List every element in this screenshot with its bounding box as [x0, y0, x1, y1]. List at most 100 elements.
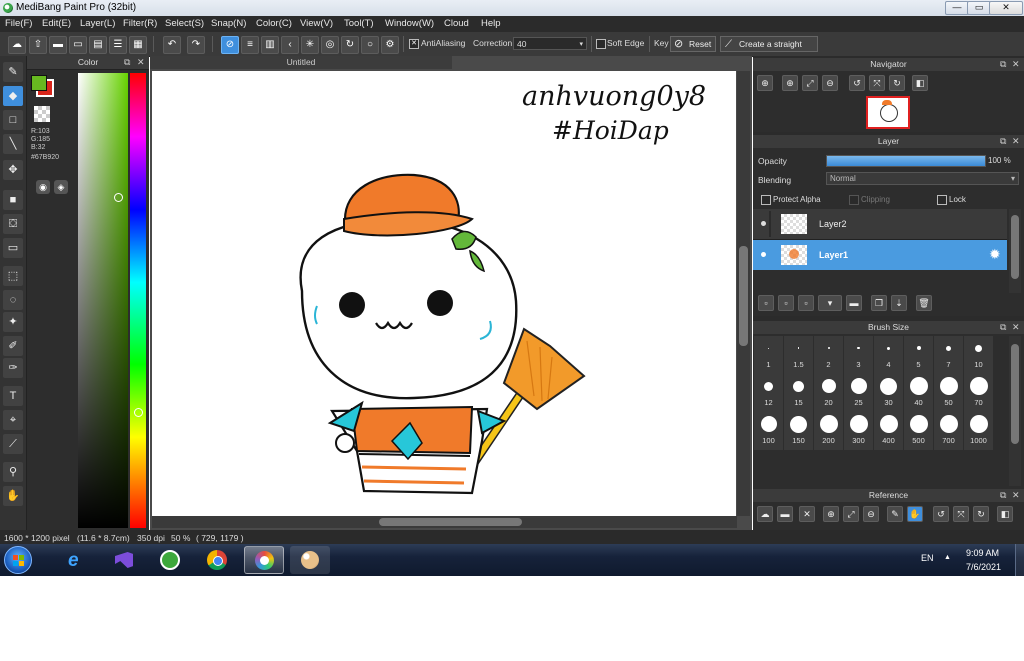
brush-size-option[interactable]: 300 [844, 412, 873, 450]
vanishing-point-icon[interactable]: ‹ [281, 36, 299, 54]
brush-size-option[interactable]: 70 [964, 374, 993, 412]
zoom-in-icon[interactable]: ⊕ [823, 506, 839, 522]
palette-add-icon[interactable]: ◈ [54, 180, 68, 194]
chrome-taskbar-icon[interactable] [197, 546, 237, 574]
close-button[interactable]: ✕ [989, 1, 1023, 15]
flip-icon[interactable]: ◧ [912, 75, 928, 91]
start-button[interactable] [4, 546, 32, 574]
horizontal-scrollbar[interactable] [152, 516, 737, 528]
brush-size-option[interactable]: 30 [874, 374, 903, 412]
brush-size-option[interactable]: 200 [814, 412, 843, 450]
vertical-scroll-thumb[interactable] [739, 246, 748, 346]
zoom-in-icon[interactable]: ⊕ [782, 75, 798, 91]
rotate-right-icon[interactable]: ↻ [973, 506, 989, 522]
foreground-color-swatch[interactable] [31, 75, 47, 91]
show-desktop-button[interactable] [1015, 544, 1024, 576]
eraser-tool-icon[interactable]: ◆ [3, 86, 23, 106]
open-folder-icon[interactable]: ▬ [777, 506, 793, 522]
sv-cursor[interactable] [114, 193, 123, 202]
paint-taskbar-icon[interactable] [290, 546, 330, 574]
menu-file[interactable]: File(F) [5, 18, 32, 29]
delete-layer-icon[interactable]: 🗑 [916, 295, 932, 311]
panel-float-icon[interactable]: ⧉ [124, 57, 130, 68]
select-eraser-tool-icon[interactable]: ✑ [3, 358, 23, 378]
merge-down-icon[interactable]: ⇣ [891, 295, 907, 311]
eyedropper-icon[interactable]: ✎ [887, 506, 903, 522]
antialiasing-checkbox[interactable]: ✕ [409, 39, 419, 49]
eyedropper-tool-icon[interactable]: ⚲ [3, 462, 23, 482]
lasso-tool-icon[interactable]: ◌ [3, 290, 23, 310]
brush-size-option[interactable]: 40 [904, 374, 933, 412]
brush-size-option[interactable]: 400 [874, 412, 903, 450]
minimize-button[interactable]: — [945, 1, 969, 15]
grid-icon[interactable]: ▦ [129, 36, 147, 54]
menu-view[interactable]: View(V) [300, 18, 333, 29]
gradient-tool-icon[interactable]: ▭ [3, 238, 23, 258]
new-halftone-layer-icon[interactable]: ▫ [778, 295, 794, 311]
select-pen-tool-icon[interactable]: ✐ [3, 336, 23, 356]
clock-date[interactable]: 7/6/2021 [966, 562, 1001, 572]
new-layer-icon[interactable]: ▫ [758, 295, 774, 311]
circle-snap-icon[interactable]: ○ [361, 36, 379, 54]
layer-row-selected[interactable]: Layer1 ✹ [753, 240, 1007, 270]
clipping-checkbox[interactable] [849, 195, 859, 205]
layer-row[interactable]: Layer2 [753, 209, 1007, 240]
tray-expand-icon[interactable]: ▲ [944, 554, 951, 561]
internet-explorer-taskbar-icon[interactable]: e [58, 546, 98, 574]
brush-size-option[interactable]: 5 [904, 336, 933, 374]
fit-window-icon[interactable]: ⤢ [802, 75, 818, 91]
blending-select[interactable]: Normal ▾ [826, 172, 1019, 185]
hue-cursor[interactable] [134, 408, 143, 417]
brush-size-option[interactable]: 25 [844, 374, 873, 412]
snap-off-icon[interactable]: ⊘ [221, 36, 239, 54]
new-folder-icon[interactable]: ▬ [846, 295, 862, 311]
share-icon[interactable]: ⇧ [29, 36, 47, 54]
move-tool-icon[interactable]: ✥ [3, 160, 23, 180]
straight-line-button[interactable]: ⟋ Create a straight line [720, 36, 818, 64]
menu-help[interactable]: Help [481, 18, 501, 29]
reset-button[interactable]: ⊘ Reset [670, 36, 716, 52]
close-reference-icon[interactable]: ✕ [799, 506, 815, 522]
dot-tool-icon[interactable]: □ [3, 110, 23, 130]
menu-filter[interactable]: Filter(R) [123, 18, 157, 29]
panel-close-icon[interactable]: ✕ [1012, 59, 1020, 70]
drawing-canvas[interactable]: anhvuong0y8 #HoiDap [152, 71, 736, 516]
panel-float-icon[interactable]: ⧉ [1000, 136, 1006, 147]
layer-scrollbar[interactable] [1009, 209, 1021, 293]
cloud-icon[interactable]: ☁ [8, 36, 26, 54]
parallel-snap-icon[interactable]: ≡ [241, 36, 259, 54]
panel-float-icon[interactable]: ⧉ [1000, 59, 1006, 70]
radial-snap-icon[interactable]: ✳ [301, 36, 319, 54]
medibang-taskbar-icon[interactable] [244, 546, 284, 574]
fill-rect-tool-icon[interactable]: ■ [3, 190, 23, 210]
menu-cloud[interactable]: Cloud [444, 18, 469, 29]
menu-snap[interactable]: Snap(N) [211, 18, 246, 29]
panel-close-icon[interactable]: ✕ [1012, 322, 1020, 333]
menu-select[interactable]: Select(S) [165, 18, 204, 29]
visibility-eye-icon[interactable] [761, 252, 766, 257]
document-tab[interactable]: Untitled [150, 56, 452, 69]
soft-edge-checkbox[interactable] [596, 39, 606, 49]
speech-bubble-icon[interactable]: ▭ [69, 36, 87, 54]
panel-float-icon[interactable]: ⧉ [1000, 490, 1006, 501]
duplicate-layer-icon[interactable]: ❐ [871, 295, 887, 311]
concentric-snap-icon[interactable]: ◎ [321, 36, 339, 54]
vertical-scrollbar[interactable] [737, 71, 750, 516]
rotate-left-icon[interactable]: ↺ [933, 506, 949, 522]
menu-window[interactable]: Window(W) [385, 18, 434, 29]
navigator-thumbnail[interactable] [866, 96, 910, 129]
panel-float-icon[interactable]: ⧉ [1000, 322, 1006, 333]
brush-size-option[interactable]: 15 [784, 374, 813, 412]
redo-icon[interactable]: ↷ [187, 36, 205, 54]
flip-icon[interactable]: ◧ [997, 506, 1013, 522]
horizontal-scroll-thumb[interactable] [379, 518, 522, 526]
brush-size-option[interactable]: 50 [934, 374, 963, 412]
visual-studio-taskbar-icon[interactable] [103, 546, 143, 574]
cross-snap-icon[interactable]: ▥ [261, 36, 279, 54]
transparent-swatch[interactable] [34, 106, 50, 122]
curve-snap-icon[interactable]: ↻ [341, 36, 359, 54]
panel-close-icon[interactable]: ✕ [1012, 136, 1020, 147]
menu-layer[interactable]: Layer(L) [80, 18, 115, 29]
protect-alpha-checkbox[interactable] [761, 195, 771, 205]
brush-size-option[interactable]: 4 [874, 336, 903, 374]
